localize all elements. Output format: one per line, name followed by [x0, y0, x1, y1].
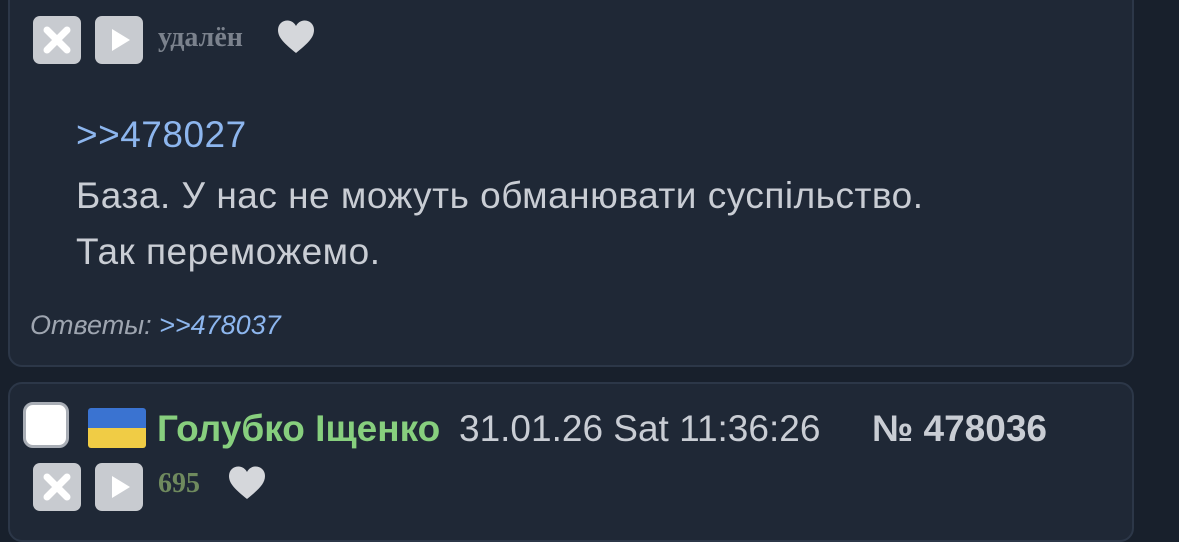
- hide-post-button[interactable]: [33, 463, 81, 511]
- answers-label: Ответы:: [30, 310, 152, 340]
- hide-post-button[interactable]: [33, 16, 81, 64]
- reply-link[interactable]: >>478027: [76, 114, 247, 156]
- ukraine-flag-icon: [88, 408, 146, 448]
- post-number-prefix: №: [872, 408, 914, 449]
- play-icon: [112, 29, 130, 51]
- post-status: удалён: [158, 22, 243, 53]
- heart-icon[interactable]: [277, 20, 315, 54]
- answers-row: Ответы: >>478037: [30, 310, 281, 341]
- post-body-line: Так переможемо.: [76, 231, 381, 272]
- answers-link[interactable]: >>478037: [159, 310, 281, 340]
- select-post-checkbox[interactable]: [23, 402, 69, 448]
- play-icon: [112, 476, 130, 498]
- close-icon: [43, 26, 71, 54]
- post-card: [8, 382, 1134, 542]
- post-date: 31.01.26 Sat 11:36:26: [459, 408, 821, 449]
- post-body-line: База. У нас не можуть обманювати суспіль…: [76, 175, 924, 216]
- post-body: База. У нас не можуть обманювати суспіль…: [76, 168, 923, 280]
- close-icon: [43, 473, 71, 501]
- post-number[interactable]: № 478036: [872, 408, 1047, 450]
- play-button[interactable]: [95, 463, 143, 511]
- heart-icon[interactable]: [228, 466, 266, 500]
- play-button[interactable]: [95, 16, 143, 64]
- poster-name: Голубко Іщенко: [157, 408, 441, 449]
- post-number-value: 478036: [923, 408, 1047, 449]
- post-status: 695: [158, 468, 200, 499]
